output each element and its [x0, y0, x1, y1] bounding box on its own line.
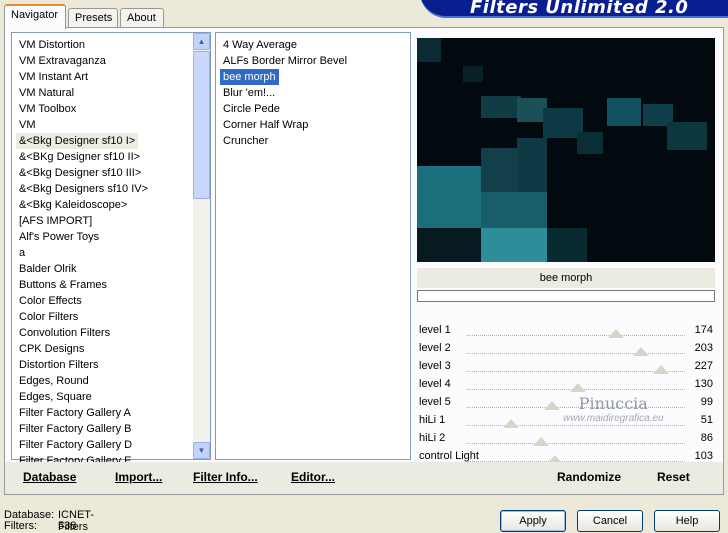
- category-item[interactable]: [AFS IMPORT]: [16, 213, 95, 229]
- category-item[interactable]: &<Bkg Designers sf10 IV>: [16, 181, 151, 197]
- filter-info-button[interactable]: Filter Info...: [193, 470, 258, 484]
- cancel-button[interactable]: Cancel: [577, 510, 643, 532]
- slider-row: hiLi 2 86: [417, 430, 715, 448]
- category-item[interactable]: CPK Designs: [16, 341, 87, 357]
- slider-track[interactable]: [467, 342, 685, 356]
- slider-thumb[interactable]: [543, 401, 560, 410]
- tab-about[interactable]: About: [120, 8, 164, 28]
- status-filters: Filters: 538: [4, 520, 76, 532]
- category-item[interactable]: VM: [16, 117, 39, 133]
- category-item[interactable]: VM Extravaganza: [16, 53, 109, 69]
- category-item[interactable]: Buttons & Frames: [16, 277, 110, 293]
- apply-button[interactable]: Apply: [500, 510, 566, 532]
- category-item[interactable]: Balder Olrik: [16, 261, 79, 277]
- category-item[interactable]: &<Bkg Designer sf10 III>: [16, 165, 144, 181]
- filter-item[interactable]: Corner Half Wrap: [220, 117, 311, 133]
- tab-navigator[interactable]: Navigator: [4, 4, 66, 29]
- slider-track[interactable]: [467, 378, 685, 392]
- scroll-thumb[interactable]: [193, 51, 210, 199]
- help-button[interactable]: Help: [654, 510, 720, 532]
- slider-label: level 1: [419, 324, 451, 336]
- editor-button[interactable]: Editor...: [291, 470, 335, 484]
- slider-row: level 2 203: [417, 340, 715, 358]
- slider-row: level 4 130: [417, 376, 715, 394]
- slider-label: hiLi 2: [419, 432, 446, 444]
- category-item[interactable]: &<Bkg Kaleidoscope>: [16, 197, 130, 213]
- category-item[interactable]: Convolution Filters: [16, 325, 113, 341]
- app-title: Filters Unlimited 2.0: [470, 0, 689, 18]
- category-item[interactable]: Color Filters: [16, 309, 81, 325]
- filter-item[interactable]: Cruncher: [220, 133, 271, 149]
- slider-value: 103: [694, 450, 713, 462]
- preview-pattern: [417, 38, 715, 262]
- category-item[interactable]: VM Natural: [16, 85, 77, 101]
- watermark: Pinuccia www.maidiregrafica.eu: [563, 394, 664, 424]
- category-item[interactable]: Filter Factory Gallery A: [16, 405, 134, 421]
- slider-label: level 5: [419, 396, 451, 408]
- category-item[interactable]: Filter Factory Gallery D: [16, 437, 135, 453]
- slider-label: level 2: [419, 342, 451, 354]
- progress-bar: [417, 290, 715, 302]
- slider-value: 51: [700, 414, 713, 426]
- category-item[interactable]: VM Distortion: [16, 37, 88, 53]
- filter-item[interactable]: bee morph: [220, 69, 279, 85]
- slider-track[interactable]: [467, 324, 685, 338]
- category-item[interactable]: Edges, Round: [16, 373, 92, 389]
- reset-button[interactable]: Reset: [657, 470, 690, 484]
- category-item[interactable]: VM Toolbox: [16, 101, 79, 117]
- slider-track[interactable]: [467, 360, 685, 374]
- status-filters-value: 538: [58, 520, 77, 532]
- slider-value: 130: [694, 378, 713, 390]
- category-item[interactable]: Edges, Square: [16, 389, 95, 405]
- category-list[interactable]: ▲ ▼ VM Distortion VM Extravaganza VM Insta…: [11, 32, 211, 467]
- slider-thumb[interactable]: [502, 419, 519, 428]
- category-item[interactable]: &<Bkg Designer sf10 I>: [16, 133, 139, 149]
- slider-track[interactable]: [467, 432, 685, 446]
- slider-thumb[interactable]: [532, 437, 549, 446]
- filter-item[interactable]: 4 Way Average: [220, 37, 300, 53]
- preview-image: [417, 38, 715, 262]
- category-scrollbar[interactable]: ▲ ▼: [193, 33, 210, 459]
- watermark-name: Pinuccia: [578, 394, 648, 413]
- watermark-site: www.maidiregrafica.eu: [563, 413, 664, 424]
- category-item[interactable]: Distortion Filters: [16, 357, 101, 373]
- slider-value: 227: [694, 360, 713, 372]
- slider-value: 174: [694, 324, 713, 336]
- slider-value: 86: [700, 432, 713, 444]
- slider-row: level 3 227: [417, 358, 715, 376]
- filter-item[interactable]: Circle Pede: [220, 101, 283, 117]
- category-item[interactable]: Filter Factory Gallery B: [16, 421, 134, 437]
- randomize-button[interactable]: Randomize: [557, 470, 621, 484]
- slider-thumb[interactable]: [570, 383, 587, 392]
- scroll-down-icon[interactable]: ▼: [193, 442, 210, 459]
- import-button[interactable]: Import...: [115, 470, 162, 484]
- status-filters-label: Filters:: [4, 520, 37, 532]
- category-item[interactable]: &<BKg Designer sf10 II>: [16, 149, 143, 165]
- slider-thumb[interactable]: [607, 329, 624, 338]
- database-button[interactable]: Database: [23, 470, 76, 484]
- filter-item[interactable]: Blur 'em!...: [220, 85, 278, 101]
- category-item[interactable]: a: [16, 245, 28, 261]
- filter-item[interactable]: ALFs Border Mirror Bevel: [220, 53, 350, 69]
- bottom-toolbar: Database Import... Filter Info... Editor…: [5, 462, 723, 494]
- slider-value: 203: [694, 342, 713, 354]
- category-item[interactable]: Color Effects: [16, 293, 85, 309]
- slider-label: hiLi 1: [419, 414, 446, 426]
- slider-value: 99: [700, 396, 713, 408]
- slider-label: level 4: [419, 378, 451, 390]
- navigator-panel: ▲ ▼ VM Distortion VM Extravaganza VM Insta…: [4, 27, 724, 495]
- scroll-up-icon[interactable]: ▲: [193, 33, 210, 50]
- tab-presets[interactable]: Presets: [68, 8, 118, 28]
- slider-row: level 1 174: [417, 322, 715, 340]
- slider-label: level 3: [419, 360, 451, 372]
- slider-thumb[interactable]: [632, 347, 649, 356]
- filter-list[interactable]: 4 Way Average ALFs Border Mirror Bevel bee…: [215, 32, 411, 460]
- preview-caption: bee morph: [417, 268, 715, 288]
- category-item[interactable]: VM Instant Art: [16, 69, 91, 85]
- slider-track[interactable]: [467, 450, 685, 464]
- slider-thumb[interactable]: [653, 365, 670, 374]
- category-item[interactable]: Alf's Power Toys: [16, 229, 102, 245]
